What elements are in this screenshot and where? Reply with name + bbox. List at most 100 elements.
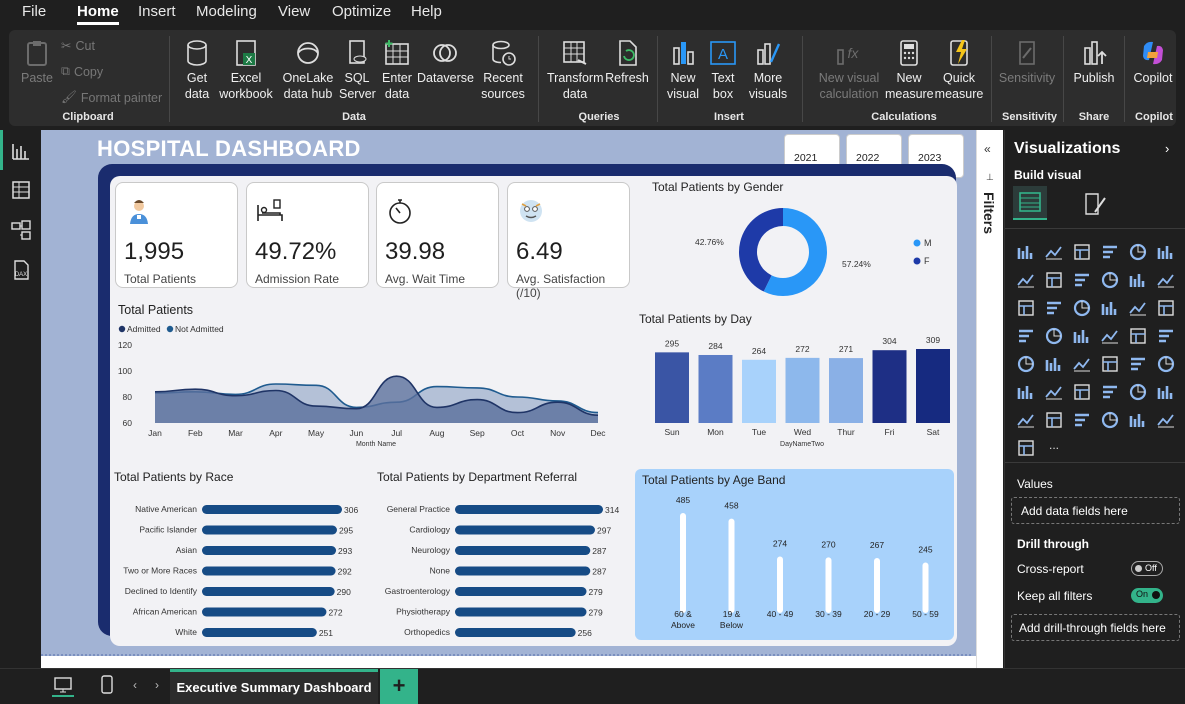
page-tab-executive-summary[interactable]: Executive Summary Dashboard bbox=[170, 669, 378, 704]
dax-query-view-icon[interactable]: DAX bbox=[10, 259, 32, 281]
publish-button[interactable]: Publish bbox=[1069, 38, 1119, 86]
gender-donut-chart[interactable]: 57.24% 42.76% MF bbox=[640, 196, 950, 300]
sensitivity-button[interactable]: Sensitivity bbox=[997, 38, 1057, 86]
key-influencers-icon[interactable] bbox=[1072, 382, 1092, 402]
more-visuals-icon[interactable]: ... bbox=[1044, 438, 1064, 458]
line-clustered-icon[interactable] bbox=[1156, 270, 1176, 290]
100-bar-icon[interactable] bbox=[1128, 242, 1148, 262]
pie-icon[interactable] bbox=[1128, 298, 1148, 318]
add-page-button[interactable]: + bbox=[380, 669, 418, 704]
power-automate-icon[interactable] bbox=[1100, 410, 1120, 430]
line-chart-icon[interactable] bbox=[1016, 270, 1036, 290]
treemap-icon[interactable] bbox=[1016, 326, 1036, 346]
paginated-icon[interactable] bbox=[1044, 410, 1064, 430]
format-visual-icon[interactable] bbox=[1081, 190, 1109, 218]
clustered-bar-icon[interactable] bbox=[1072, 242, 1092, 262]
recent-sources-button[interactable]: Recent sources bbox=[477, 38, 529, 102]
new-measure-button[interactable]: New measure bbox=[885, 38, 934, 102]
clustered-column-icon[interactable] bbox=[1100, 242, 1120, 262]
new-visual-calculation-button[interactable]: fx New visual calculation bbox=[813, 38, 885, 102]
map-icon[interactable] bbox=[1044, 326, 1064, 346]
stacked-bar-icon[interactable] bbox=[1016, 242, 1036, 262]
arrow-visual-icon[interactable] bbox=[1016, 438, 1036, 458]
area-chart-icon[interactable] bbox=[1044, 270, 1064, 290]
more-visuals-button[interactable]: More visuals bbox=[745, 38, 791, 102]
drill-through-drop-zone[interactable]: Add drill-through fields here bbox=[1011, 614, 1180, 641]
matrix-icon[interactable] bbox=[1156, 354, 1176, 374]
waterfall-icon[interactable] bbox=[1044, 298, 1064, 318]
prev-page-icon[interactable]: ‹ bbox=[133, 678, 137, 692]
qa-icon[interactable] bbox=[1128, 382, 1148, 402]
goals-icon[interactable] bbox=[1016, 410, 1036, 430]
decomposition-tree-icon[interactable] bbox=[1100, 382, 1120, 402]
transform-data-button[interactable]: Transform data bbox=[547, 38, 604, 102]
report-view-icon[interactable] bbox=[10, 140, 32, 162]
desktop-layout-button[interactable] bbox=[52, 675, 74, 697]
stacked-column-icon[interactable] bbox=[1044, 242, 1064, 262]
donut-icon[interactable] bbox=[1156, 298, 1176, 318]
expand-chevron-icon[interactable]: › bbox=[1165, 141, 1169, 156]
line-column-icon[interactable] bbox=[1128, 270, 1148, 290]
format-painter-button[interactable]: 🖌 Format painter bbox=[61, 90, 162, 105]
gauge-icon[interactable] bbox=[1156, 326, 1176, 346]
menu-optimize[interactable]: Optimize bbox=[332, 3, 391, 20]
copilot-button[interactable]: Copilot bbox=[1129, 38, 1177, 86]
table-view-icon[interactable] bbox=[10, 179, 32, 201]
keep-filters-toggle[interactable]: On bbox=[1131, 588, 1163, 603]
python-visual-icon[interactable] bbox=[1044, 382, 1064, 402]
kpi-card-total-patients[interactable]: 1,995 Total Patients bbox=[115, 182, 238, 288]
get-data-button[interactable]: Get data bbox=[179, 38, 215, 102]
menu-view[interactable]: View bbox=[278, 3, 310, 20]
day-bar-chart[interactable]: 295 Sun 284 Mon 264 Tue 272 Wed 271 Thur 304 Fri 309… bbox=[640, 330, 956, 452]
menu-insert[interactable]: Insert bbox=[138, 3, 176, 20]
table-icon[interactable] bbox=[1128, 354, 1148, 374]
menu-home[interactable]: Home bbox=[77, 3, 119, 25]
100-area-icon[interactable] bbox=[1100, 270, 1120, 290]
race-bar-chart[interactable]: Native American 306 Pacific Islander 295 Asi… bbox=[112, 494, 372, 640]
cut-button[interactable]: ✂ Cut bbox=[61, 38, 95, 54]
total-patients-area-chart[interactable]: 120 100 80 60 Jan Feb Mar Apr May Jun Jul Aug Sep Oct… bbox=[112, 318, 612, 453]
build-visual-tab[interactable] bbox=[1013, 186, 1047, 220]
stacked-area-icon[interactable] bbox=[1072, 270, 1092, 290]
sql-server-button[interactable]: SQL Server bbox=[339, 38, 376, 102]
scatter-icon[interactable] bbox=[1100, 298, 1120, 318]
filters-pane[interactable]: « ⊥ Filters bbox=[976, 130, 1003, 668]
kpi-card-avg-wait-time[interactable]: 39.98 Avg. Wait Time bbox=[376, 182, 499, 288]
text-box-button[interactable]: A Text box bbox=[705, 38, 741, 102]
copy-button[interactable]: ⧉ Copy bbox=[61, 64, 103, 79]
power-apps-icon[interactable] bbox=[1072, 410, 1092, 430]
kpi-card-admission-rate[interactable]: 49.72% Admission Rate bbox=[246, 182, 369, 288]
onelake-button[interactable]: OneLake data hub bbox=[279, 38, 337, 102]
slicer-icon[interactable] bbox=[1100, 354, 1120, 374]
values-drop-zone[interactable]: Add data fields here bbox=[1011, 497, 1180, 524]
department-bar-chart[interactable]: General Practice 314 Cardiology 297 Neurolog… bbox=[376, 494, 626, 640]
export-icon[interactable] bbox=[1128, 410, 1148, 430]
new-visual-button[interactable]: New visual bbox=[665, 38, 701, 102]
filter-toggle-icon[interactable]: ⊥ bbox=[986, 172, 994, 183]
enter-data-button[interactable]: Enter data bbox=[379, 38, 415, 102]
kpi-card-avg-satisfaction[interactable]: 6.49 Avg. Satisfaction (/10) bbox=[507, 182, 630, 300]
shape-map-icon[interactable] bbox=[1100, 326, 1120, 346]
next-page-icon[interactable]: › bbox=[155, 678, 159, 692]
mobile-icon[interactable] bbox=[98, 674, 116, 696]
kpi-icon[interactable] bbox=[1072, 354, 1092, 374]
custom-visual-icon[interactable] bbox=[1156, 410, 1176, 430]
menu-help[interactable]: Help bbox=[411, 3, 442, 20]
quick-measure-button[interactable]: Quick measure bbox=[933, 38, 985, 102]
r-visual-icon[interactable] bbox=[1016, 382, 1036, 402]
azure-map-icon[interactable] bbox=[1128, 326, 1148, 346]
multi-card-icon[interactable] bbox=[1044, 354, 1064, 374]
ribbon-chart-icon[interactable] bbox=[1016, 298, 1036, 318]
collapse-chevron-icon[interactable]: « bbox=[984, 142, 991, 156]
cross-report-toggle[interactable]: Off bbox=[1131, 561, 1163, 576]
dataverse-button[interactable]: Dataverse bbox=[417, 38, 474, 86]
narrative-icon[interactable] bbox=[1156, 382, 1176, 402]
model-view-icon[interactable] bbox=[10, 219, 32, 241]
excel-workbook-button[interactable]: X Excel workbook bbox=[219, 38, 273, 102]
100-column-icon[interactable] bbox=[1156, 242, 1176, 262]
age-band-chart[interactable]: 485 60 &Above 458 19 &Below 274 40 - 49 270 30 … bbox=[635, 486, 954, 638]
filled-map-icon[interactable] bbox=[1072, 326, 1092, 346]
card-icon[interactable] bbox=[1016, 354, 1036, 374]
paste-button[interactable]: Paste bbox=[19, 38, 55, 86]
refresh-button[interactable]: Refresh bbox=[605, 38, 649, 86]
